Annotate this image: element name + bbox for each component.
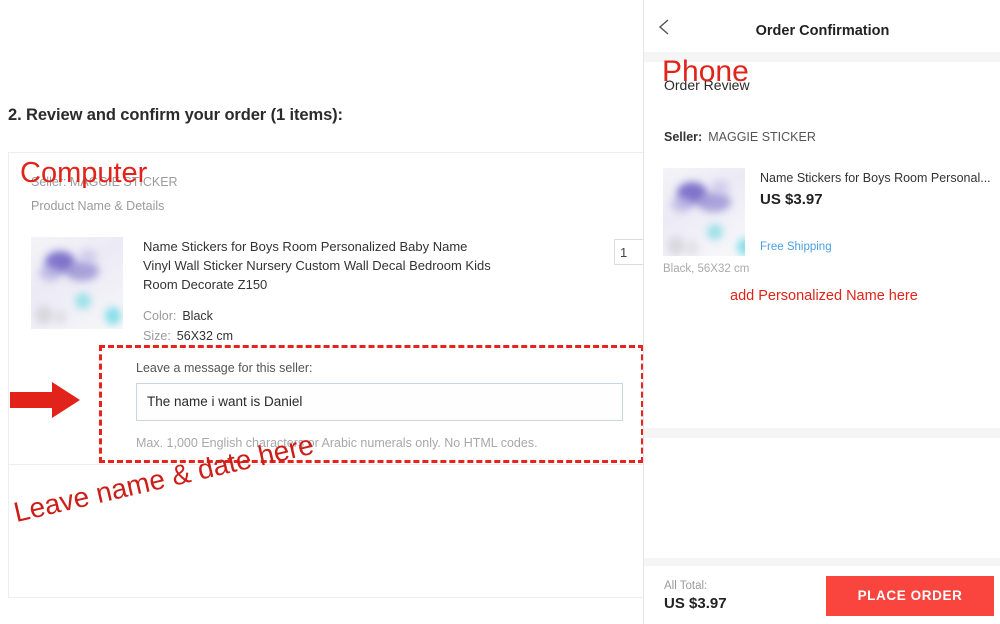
bottom-all-total-label: All Total: [664, 580, 708, 592]
phone-product-title[interactable]: Name Stickers for Boys Room Personal... [760, 170, 998, 187]
product-size-attr: Size: 56X32 cm [143, 329, 233, 343]
product-thumbnail [31, 237, 123, 329]
section-separator-band [644, 428, 1000, 438]
phone-product-attributes: Black, 56X32 cm [663, 263, 750, 275]
phone-product-thumbnail[interactable] [663, 168, 745, 256]
free-shipping-badge[interactable]: Free Shipping [760, 241, 832, 253]
phone-bottom-bar: All Total: US $3.97 PLACE ORDER [644, 566, 1000, 624]
column-header-product: Product Name & Details [31, 199, 165, 213]
bottom-all-total-value: US $3.97 [664, 595, 727, 612]
product-size-label: Size: [143, 329, 171, 343]
desktop-panel: 2. Review and confirm your order (1 item… [0, 0, 669, 624]
annotation-computer: Computer [20, 157, 148, 189]
phone-seller-label: Seller: [664, 130, 703, 144]
annotation-phone: Phone [662, 55, 749, 88]
phone-header: Order Confirmation [644, 0, 1000, 52]
seller-message-textarea[interactable] [136, 383, 623, 421]
phone-seller-name: MAGGIE STICKER [708, 130, 816, 144]
product-color-label: Color: [143, 309, 177, 323]
page-title: 2. Review and confirm your order (1 item… [8, 106, 343, 124]
order-review-card: Seller: MAGGIE STICKER Product Name & De… [8, 152, 669, 598]
product-color-attr: Color: Black [143, 309, 213, 323]
phone-panel: Order Confirmation Order Review Seller: M… [643, 0, 1000, 624]
seller-message-block: Leave a message for this seller: Max. 1,… [136, 361, 636, 450]
place-order-button[interactable]: PLACE ORDER [826, 576, 994, 616]
phone-seller-row[interactable]: Seller: MAGGIE STICKER [664, 130, 816, 144]
product-color-value: Black [182, 309, 213, 323]
right-arrow-icon [10, 382, 80, 418]
phone-header-title: Order Confirmation [755, 23, 890, 39]
card-divider [9, 464, 669, 465]
product-title[interactable]: Name Stickers for Boys Room Personalized… [143, 237, 493, 294]
seller-message-hint: Max. 1,000 English characters or Arabic … [136, 436, 538, 450]
annotation-add-personalized-name: add Personalized Name here [730, 288, 918, 304]
phone-product-price: US $3.97 [760, 191, 823, 208]
section-separator-band [644, 558, 1000, 566]
seller-message-label: Leave a message for this seller: [136, 361, 313, 375]
product-size-value: 56X32 cm [176, 329, 234, 343]
